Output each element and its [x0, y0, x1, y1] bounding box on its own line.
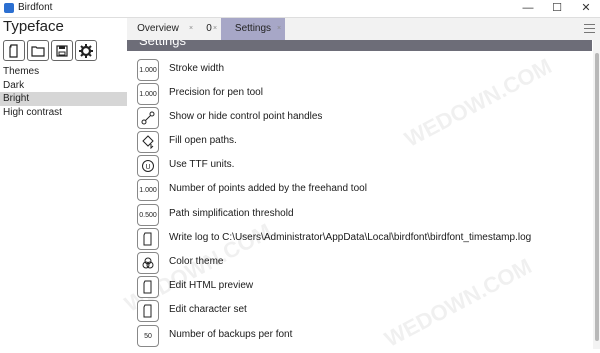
- file-icon: [9, 43, 18, 58]
- setting-label: Write log to C:\Users\Administrator\AppD…: [169, 232, 532, 243]
- settings-panel: Settings WEDOWN.COM WEDOWN.COM WEDOWN.CO…: [120, 40, 600, 352]
- new-file-button[interactable]: [3, 40, 25, 61]
- minimize-button[interactable]: —: [513, 0, 543, 17]
- save-button[interactable]: [51, 40, 73, 61]
- setting-label: Edit character set: [169, 304, 247, 315]
- number-field-icon[interactable]: 1.000: [137, 83, 159, 105]
- ttf-units-glyph: U: [145, 164, 150, 171]
- setting-row[interactable]: 1.000 Stroke width: [137, 59, 587, 81]
- setting-label: Number of backups per font: [169, 329, 293, 340]
- open-folder-button[interactable]: [27, 40, 49, 61]
- left-panel: Typeface Themes Dark Bright High contras…: [0, 18, 127, 349]
- fill-paths-icon[interactable]: [137, 131, 159, 153]
- tab-glyph-0[interactable]: 0: [197, 18, 221, 40]
- setting-label: Color theme: [169, 256, 224, 267]
- save-icon: [56, 44, 68, 57]
- color-theme-icon[interactable]: [137, 252, 159, 274]
- number-field-icon[interactable]: 50: [137, 325, 159, 347]
- setting-row[interactable]: Edit character set: [137, 300, 587, 322]
- setting-row[interactable]: Color theme: [137, 252, 587, 274]
- close-button[interactable]: ✕: [571, 0, 600, 17]
- setting-label: Precision for pen tool: [169, 87, 263, 98]
- maximize-button[interactable]: ☐: [542, 0, 572, 17]
- setting-row[interactable]: Edit HTML preview: [137, 276, 587, 298]
- scrollbar-thumb[interactable]: [595, 53, 599, 341]
- setting-row[interactable]: Show or hide control point handles: [137, 107, 587, 129]
- setting-row[interactable]: 1.000 Precision for pen tool: [137, 83, 587, 105]
- tab-bar: Overview × 0 × Settings ×: [127, 18, 600, 41]
- typeface-title: Typeface: [3, 18, 64, 35]
- setting-label: Fill open paths.: [169, 135, 237, 146]
- setting-label: Edit HTML preview: [169, 280, 254, 291]
- setting-label: Stroke width: [169, 63, 225, 74]
- setting-row[interactable]: 1.000 Number of points added by the free…: [137, 179, 587, 201]
- setting-row[interactable]: Write log to C:\Users\Administrator\AppD…: [137, 228, 587, 250]
- file-icon[interactable]: [137, 276, 159, 298]
- setting-row[interactable]: Fill open paths.: [137, 131, 587, 153]
- number-field-icon[interactable]: 0.500: [137, 204, 159, 226]
- setting-row[interactable]: 50 Number of backups per font: [137, 325, 587, 347]
- setting-row[interactable]: 0.500 Path simplification threshold: [137, 204, 587, 226]
- window-title: Birdfont: [18, 2, 53, 13]
- setting-label: Number of points added by the freehand t…: [169, 183, 367, 194]
- hamburger-menu-icon[interactable]: [584, 24, 595, 33]
- setting-label: Path simplification threshold: [169, 208, 294, 219]
- tab-glyph-0-close-icon[interactable]: ×: [213, 18, 217, 40]
- control-handles-icon[interactable]: [137, 107, 159, 129]
- tab-settings[interactable]: Settings: [221, 18, 285, 40]
- section-title: Settings: [139, 40, 186, 48]
- ttf-units-icon[interactable]: U: [137, 155, 159, 177]
- file-icon[interactable]: [137, 300, 159, 322]
- setting-row[interactable]: U Use TTF units.: [137, 155, 587, 177]
- theme-item-high-contrast[interactable]: High contrast: [0, 106, 127, 120]
- theme-list-header: Themes: [3, 66, 40, 77]
- title-bar: Birdfont — ☐ ✕: [0, 0, 600, 18]
- gear-icon: [79, 43, 93, 58]
- settings-button[interactable]: [75, 40, 97, 61]
- number-field-icon[interactable]: 1.000: [137, 179, 159, 201]
- setting-label: Use TTF units.: [169, 159, 235, 170]
- section-header: Settings: [127, 40, 592, 51]
- theme-item-dark[interactable]: Dark: [0, 79, 127, 93]
- folder-icon: [31, 45, 45, 57]
- app-icon: [4, 3, 14, 13]
- theme-list: Themes Dark Bright High contrast: [0, 65, 127, 119]
- tab-overview[interactable]: Overview: [127, 18, 189, 40]
- tab-overview-close-icon[interactable]: ×: [189, 18, 193, 40]
- number-field-icon[interactable]: 1.000: [137, 59, 159, 81]
- theme-item-bright[interactable]: Bright: [0, 92, 127, 106]
- setting-label: Show or hide control point handles: [169, 111, 323, 122]
- file-icon[interactable]: [137, 228, 159, 250]
- tab-settings-close-icon[interactable]: ×: [277, 18, 281, 40]
